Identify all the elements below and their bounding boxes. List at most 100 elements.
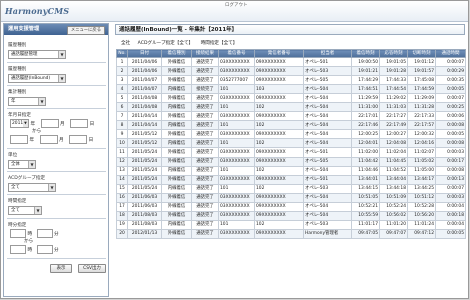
acd-select[interactable]: 全て ▼ [8, 183, 56, 192]
cell-call-type: 外線着信 [161, 75, 192, 86]
cell-end-time: 12:00:32 [407, 129, 436, 140]
csv-export-button[interactable]: CSV出力 [78, 264, 106, 273]
table-row[interactable]: 16 2011/06/03 外線着信 通話完了 03XXXXXXXX 09XXXXXXXX… [116, 192, 466, 203]
table-row[interactable]: 1 2011/04/06 外線着信 通話完了 03XXXXXXXX 09XXXXXXXX オ… [116, 56, 466, 68]
col-incoming-time[interactable]: 着信時刻 [351, 49, 380, 58]
from-day-select[interactable] [70, 119, 89, 128]
minute-from-row: 時 分 [10, 229, 59, 239]
table-row[interactable]: 15 2011/05/24 内線着信 通話完了 101 102 オペレ-503 13:44:1… [116, 183, 466, 194]
cell-answer-time: 13:44:04 [379, 174, 408, 185]
table-row[interactable]: 4 2011/04/07 内線着信 接続完了 101 103 オペレ-504 17:44:51… [116, 84, 466, 95]
acd-value: 全て [11, 185, 20, 190]
cell-caller-number: 09XXXXXXXX [254, 129, 304, 140]
col-duration[interactable]: 通話時間 [435, 49, 466, 58]
cell-duration: 0:00:07 [435, 93, 466, 104]
col-result[interactable]: 接続結果 [191, 49, 219, 58]
history-kind-select[interactable]: 通話履歴(InBound) ▼ [8, 74, 66, 83]
unit-value: 全体 [11, 162, 20, 167]
divider [7, 148, 106, 149]
cell-caller-number: 09XXXXXXXX [254, 201, 304, 212]
history-type-select[interactable]: 通話履歴管理 ▼ [8, 50, 66, 59]
show-button[interactable]: 表示 [50, 264, 72, 273]
table-row[interactable]: 5 2011/04/08 外線着信 通話完了 03XXXXXXXX 09XXXXXXXX オ… [116, 93, 466, 104]
table-row[interactable]: 17 2011/06/03 外線着信 通話完了 03XXXXXXXX 09XXXXXXXX… [116, 201, 466, 212]
day-unit: 日 [89, 122, 95, 127]
cell-answer-time: 09:47:07 [379, 228, 408, 239]
aggregate-kind-select[interactable]: 年 ▼ [8, 97, 46, 106]
date-from-row: 2011 ▼ 年 月 日 [10, 119, 94, 129]
cell-agent: オペレ-505 [303, 75, 352, 86]
table-row[interactable]: 13 2011/05/24 内線着信 通話完了 101 102 オペレ-504 11:04:4… [116, 165, 466, 176]
cell-duration: 0:00:17 [435, 156, 466, 167]
aggregate-kind-label: 集計種別 [8, 90, 27, 95]
to-day-select[interactable] [69, 135, 88, 144]
from-month-select[interactable] [40, 119, 59, 128]
table-row[interactable]: 14 2011/05/24 外線着信 通話完了 03XXXXXXXX 09XXXXXXXX… [116, 174, 466, 185]
table-row[interactable]: 12 2011/05/24 外線着信 通話完了 03XXXXXXXX 09XXXXXXXX… [116, 156, 466, 167]
cell-date: 2011/05/24 [127, 165, 162, 176]
cell-duration: 0:00:03 [435, 147, 466, 158]
col-end-time[interactable]: 切断時刻 [407, 49, 436, 58]
col-call-type[interactable]: 着信種別 [161, 49, 192, 58]
table-row[interactable]: 18 2011/08/03 外線着信 通話完了 03XXXXXXXX 09XXXXXXXX… [116, 210, 466, 221]
col-caller-number[interactable]: 発信者番号 [254, 49, 304, 58]
col-answer-time[interactable]: 応答時刻 [379, 49, 408, 58]
cell-result: 通話完了 [191, 102, 219, 113]
history-kind-value: 通話履歴(InBound) [11, 76, 51, 81]
cell-agent: オペレ-504 [303, 165, 352, 176]
table-row[interactable]: 19 2011/08/03 内線着信 通話完了 101 102 オペレ-503 11:01:1… [116, 219, 466, 230]
table-row[interactable]: 2 2011/04/06 外線着信 通話完了 03XXXXXXXX 09XXXXXXXX オ… [116, 66, 466, 77]
cell-result: 通話完了 [191, 210, 219, 221]
cell-answer-time: 19:01:05 [379, 56, 408, 68]
cell-dialed-number: 03XXXXXXXX [218, 147, 255, 158]
col-no[interactable]: No. [116, 49, 128, 58]
cell-dialed-number: 03XXXXXXXX [218, 174, 255, 185]
from-year-select[interactable]: 2011 ▼ [10, 119, 29, 128]
unit-select[interactable]: 全体 ▼ [8, 160, 36, 169]
cell-call-type: 外線着信 [161, 93, 192, 104]
cell-caller-number: 09XXXXXXXX [254, 174, 304, 185]
cell-no: 20 [116, 228, 128, 239]
cell-call-type: 外線着信 [161, 201, 192, 212]
cell-caller-number: 09XXXXXXXX [254, 147, 304, 158]
logout-link[interactable]: ログアウト [225, 2, 248, 8]
back-to-menu-button[interactable]: メニューに戻る [66, 25, 105, 35]
unit-label: 単位 [8, 153, 18, 158]
cell-caller-number: 102 [254, 138, 304, 149]
cell-end-time: 17:45:08 [407, 75, 436, 86]
cell-result: 通話完了 [191, 75, 219, 86]
table-row[interactable]: 20 2012/01/13 外線着信 通話完了 03XXXXXXXX 09XXXXXXXX… [116, 228, 466, 239]
to-hour-select[interactable] [10, 245, 26, 254]
table-row[interactable]: 8 2011/04/14 内線着信 通話完了 101 102 オペレ-504 22:17:46… [116, 120, 466, 131]
time-select[interactable]: 全て ▼ [8, 206, 42, 215]
col-date[interactable]: 日付 [127, 49, 162, 58]
cell-duration: 0:00:08 [435, 120, 466, 131]
to-minute-select[interactable] [36, 245, 53, 254]
cell-answer-time: 11:04:52 [379, 165, 408, 176]
cell-dialed-number: 03XXXXXXXX [218, 66, 255, 77]
cell-duration: 0:00:05 [435, 228, 466, 239]
col-dialed-number[interactable]: 着信番号 [218, 49, 255, 58]
divider [7, 85, 106, 86]
divider [7, 108, 106, 109]
to-month-select[interactable] [39, 135, 58, 144]
table-row[interactable]: 6 2011/04/08 内線着信 通話完了 101 102 オペレ-504 11:31:00… [116, 102, 466, 113]
from-minute-select[interactable] [36, 229, 53, 238]
table-row[interactable]: 3 2011/04/07 外線着信 通話完了 0352777007 09XXXXXXXX オ… [116, 75, 466, 86]
cell-call-type: 外線着信 [161, 210, 192, 221]
table-row[interactable]: 10 2011/05/12 内線着信 通話完了 101 102 オペレ-504 12:04:0… [116, 138, 466, 149]
cell-dialed-number: 101 [218, 102, 255, 113]
cell-agent: オペレ-504 [303, 129, 352, 140]
cell-dialed-number: 03XXXXXXXX [218, 93, 255, 104]
col-agent[interactable]: 担当者 [303, 49, 352, 58]
cell-agent: オペレ-504 [303, 93, 352, 104]
cell-result: 通話完了 [191, 165, 219, 176]
table-row[interactable]: 11 2011/05/24 外線着信 通話完了 03XXXXXXXX 09XXXXXXXX… [116, 147, 466, 158]
aggregate-kind-value: 年 [11, 99, 16, 104]
cell-caller-number: 09XXXXXXXX [254, 66, 304, 77]
table-row[interactable]: 9 2011/05/12 外線着信 通話完了 03XXXXXXXX 09XXXXXXXX オ… [116, 129, 466, 140]
table-row[interactable]: 7 2011/04/14 外線着信 通話完了 03XXXXXXXX 09XXXXXXXX オ… [116, 111, 466, 122]
to-year-select[interactable] [10, 135, 28, 144]
hour-unit: 時 [27, 248, 33, 253]
cell-no: 8 [116, 120, 128, 131]
